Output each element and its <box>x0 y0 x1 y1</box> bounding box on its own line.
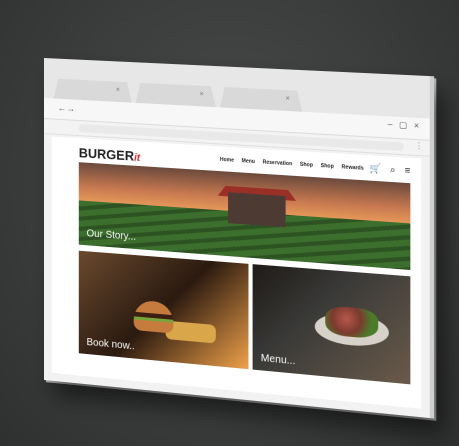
header-icons: 🛒 ⌕ ≡ <box>363 162 411 177</box>
tab-close-icon[interactable]: × <box>116 87 120 94</box>
logo-suffix: it <box>134 152 141 165</box>
book-card[interactable]: Book now.. <box>78 250 249 370</box>
web-page: BURGERit Home Menu Reservation Shop Shop… <box>51 136 422 409</box>
nav-rewards[interactable]: Rewards <box>342 164 364 172</box>
window-controls[interactable]: – ▢ × <box>388 119 421 130</box>
browser-mockup: × × × ←→ – ▢ × ⋮ BURGERit Home Menu Rese… <box>44 58 435 419</box>
site-logo[interactable]: BURGERit <box>79 145 140 164</box>
tab-close-icon[interactable]: × <box>286 95 290 102</box>
book-label[interactable]: Book now.. <box>87 337 135 353</box>
back-forward-icon[interactable]: ←→ <box>57 103 74 114</box>
nav-menu[interactable]: Menu <box>242 158 255 165</box>
nav-home[interactable]: Home <box>220 157 234 164</box>
content-cards: Book now.. Menu... <box>78 250 411 385</box>
more-icon[interactable]: ⋮ <box>415 141 424 151</box>
search-icon[interactable]: ⌕ <box>390 164 395 175</box>
menu-icon[interactable]: ≡ <box>405 165 411 176</box>
hero-house <box>228 192 286 228</box>
menu-label[interactable]: Menu... <box>261 353 296 368</box>
nav-reservation[interactable]: Reservation <box>263 159 293 167</box>
cart-icon[interactable]: 🛒 <box>369 163 381 174</box>
logo-text: BURGER <box>78 145 135 164</box>
main-menu: Home Menu Reservation Shop Shop Rewards <box>220 157 370 172</box>
nav-shop-2[interactable]: Shop <box>321 163 334 170</box>
browser-window: × × × ←→ – ▢ × ⋮ BURGERit Home Menu Rese… <box>44 58 435 419</box>
nav-shop[interactable]: Shop <box>300 162 313 169</box>
menu-card[interactable]: Menu... <box>252 264 411 385</box>
burger-image <box>133 299 174 334</box>
tab-close-icon[interactable]: × <box>200 91 204 98</box>
